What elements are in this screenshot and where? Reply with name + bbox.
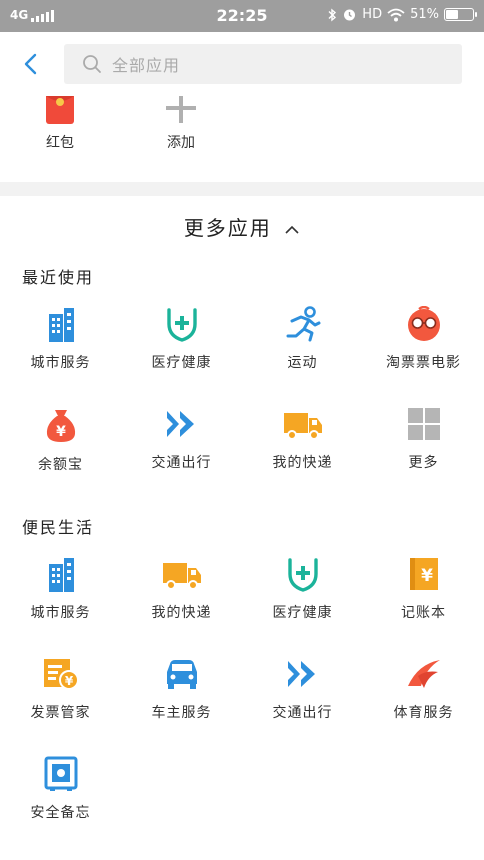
app-label: 交通出行 bbox=[272, 705, 333, 721]
search-header: 全部应用 bbox=[0, 32, 484, 96]
search-input[interactable]: 全部应用 bbox=[64, 44, 462, 84]
app-invoice-manager[interactable]: ¥ 发票管家 bbox=[0, 656, 121, 722]
wifi-icon bbox=[387, 8, 405, 21]
my-apps-section: 红包 添加 bbox=[0, 96, 484, 184]
medical-shield-icon bbox=[287, 558, 318, 592]
glasses-face-icon bbox=[407, 306, 440, 341]
app-transport[interactable]: 交通出行 bbox=[121, 406, 242, 472]
battery-percent: 51% bbox=[410, 7, 439, 22]
car-icon bbox=[166, 660, 197, 689]
back-arrow-icon bbox=[24, 53, 37, 75]
svg-text:¥: ¥ bbox=[421, 566, 433, 586]
app-my-express[interactable]: 我的快递 bbox=[242, 406, 363, 472]
sports-swoosh-icon bbox=[407, 660, 440, 688]
double-chevron-icon bbox=[166, 411, 194, 437]
money-bag-icon: ¥ bbox=[46, 410, 75, 442]
section-title-recent: 最近使用 bbox=[22, 268, 95, 287]
city-building-icon bbox=[48, 558, 74, 592]
app-sports-services[interactable]: 体育服务 bbox=[363, 656, 484, 722]
app-label: 运动 bbox=[287, 355, 318, 371]
battery-icon bbox=[444, 8, 477, 21]
app-label: 余额宝 bbox=[38, 457, 83, 473]
svg-text:¥: ¥ bbox=[64, 674, 73, 688]
app-label: 城市服务 bbox=[30, 605, 91, 621]
svg-text:¥: ¥ bbox=[56, 424, 66, 440]
grid-more-icon bbox=[407, 408, 440, 440]
app-my-express[interactable]: 我的快递 bbox=[121, 556, 242, 622]
search-icon bbox=[83, 55, 101, 73]
delivery-truck-icon bbox=[283, 413, 322, 440]
status-icons: HD 51% bbox=[327, 7, 477, 22]
app-label: 医疗健康 bbox=[151, 355, 212, 371]
alarm-clock-icon bbox=[344, 9, 356, 21]
app-yuebao[interactable]: ¥ 余额宝 bbox=[0, 406, 121, 474]
more-apps-toggle[interactable]: 更多应用 bbox=[0, 212, 484, 241]
app-more[interactable]: 更多 bbox=[363, 406, 484, 472]
app-city-services[interactable]: 城市服务 bbox=[0, 306, 121, 372]
invoice-icon: ¥ bbox=[43, 659, 79, 690]
bluetooth-icon bbox=[328, 8, 337, 21]
app-label: 我的快递 bbox=[272, 455, 333, 471]
app-car-services[interactable]: 车主服务 bbox=[121, 656, 242, 722]
app-label: 添加 bbox=[167, 135, 195, 151]
app-label: 更多 bbox=[408, 455, 439, 471]
app-label: 车主服务 bbox=[151, 705, 212, 721]
app-city-services[interactable]: 城市服务 bbox=[0, 556, 121, 622]
more-apps-title: 更多应用 bbox=[183, 216, 272, 240]
app-sports[interactable]: 运动 bbox=[242, 306, 363, 372]
app-label: 安全备忘 bbox=[30, 805, 91, 821]
running-person-icon bbox=[286, 306, 320, 342]
hd-indicator: HD bbox=[362, 7, 383, 22]
app-label: 我的快递 bbox=[151, 605, 212, 621]
app-label: 医疗健康 bbox=[272, 605, 333, 621]
ledger-book-icon: ¥ bbox=[409, 558, 438, 590]
back-button[interactable] bbox=[14, 48, 46, 80]
add-app-button[interactable]: 添加 bbox=[131, 96, 231, 152]
medical-shield-icon bbox=[166, 308, 197, 342]
app-medical-health[interactable]: 医疗健康 bbox=[242, 556, 363, 622]
chevron-up-icon bbox=[285, 225, 299, 234]
section-divider bbox=[0, 182, 484, 196]
app-label: 记账本 bbox=[401, 605, 446, 621]
app-transport[interactable]: 交通出行 bbox=[242, 656, 363, 722]
double-chevron-icon bbox=[287, 661, 315, 687]
app-label: 红包 bbox=[46, 135, 74, 151]
app-label: 体育服务 bbox=[393, 705, 454, 721]
red-packet-icon bbox=[46, 96, 74, 124]
section-title-life: 便民生活 bbox=[22, 518, 95, 537]
app-movie-tickets[interactable]: 淘票票电影 bbox=[363, 306, 484, 372]
delivery-truck-icon bbox=[162, 563, 201, 590]
app-security-memo[interactable]: 安全备忘 bbox=[0, 756, 121, 822]
safe-box-icon bbox=[44, 756, 77, 791]
search-placeholder: 全部应用 bbox=[112, 56, 181, 75]
app-label: 发票管家 bbox=[30, 705, 91, 721]
app-label: 交通出行 bbox=[151, 455, 212, 471]
app-label: 淘票票电影 bbox=[386, 355, 461, 371]
city-building-icon bbox=[48, 308, 74, 342]
app-red-packet[interactable]: 红包 bbox=[10, 96, 110, 152]
app-medical-health[interactable]: 医疗健康 bbox=[121, 306, 242, 372]
plus-icon bbox=[166, 96, 196, 123]
app-ledger[interactable]: ¥ 记账本 bbox=[363, 556, 484, 622]
app-label: 城市服务 bbox=[30, 355, 91, 371]
battery-fill bbox=[446, 10, 458, 19]
status-bar: 4G 22:25 HD 51% bbox=[0, 0, 484, 32]
